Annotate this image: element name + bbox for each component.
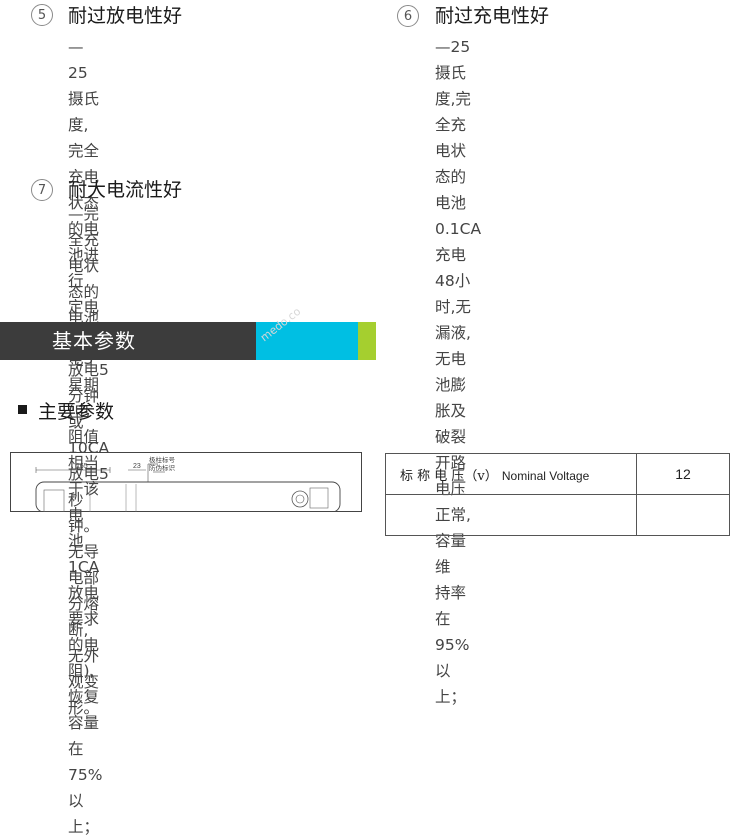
feature-number-badge: 7	[31, 179, 53, 201]
spec-label: 标 称 电 压（v） Nominal Voltage	[385, 453, 637, 495]
feature-description-line: 0.1CA充电48小时,无漏液,无电	[435, 220, 482, 368]
table-row	[385, 494, 730, 536]
feature-title: 耐过充电性好	[435, 5, 550, 27]
feature-description-line: 75%以上；	[68, 766, 103, 836]
section-header-bar: 基本参数	[0, 322, 376, 360]
battery-drawing-svg: 165 23 极柱标号 防伪标识	[10, 452, 362, 513]
spec-table: 标 称 电 压（v） Nominal Voltage 12	[385, 453, 730, 536]
drawing-callout: 防伪标识	[149, 463, 176, 472]
feature-description-line: 持率在95%以上；	[435, 584, 470, 706]
feature-title: 耐大电流性好	[68, 179, 183, 201]
spec-value	[636, 494, 730, 536]
section-bar-green-segment	[358, 322, 376, 360]
drawing-callout: 极柱标号	[149, 455, 176, 464]
spec-label	[385, 494, 637, 536]
feature-description-line: 或10CA放电5秒钟。无导电部分熔断,	[68, 413, 110, 639]
dimension-label: 165	[76, 463, 88, 470]
feature-number-badge: 5	[31, 4, 53, 26]
table-row: 标 称 电 压（v） Nominal Voltage 12	[385, 453, 730, 495]
subsection-title: 主要参数	[38, 401, 115, 423]
feature-description-line: —完全充电状态的电池2CA放电5分钟	[68, 205, 109, 405]
bullet-square-icon	[18, 405, 27, 414]
spec-label-cn: 标 称 电 压（v）	[400, 468, 498, 484]
feature-description-line: 无外观变形。	[68, 647, 100, 717]
section-title: 基本参数	[52, 329, 136, 353]
dimension-label: 23	[133, 463, 141, 470]
feature-number-badge: 6	[397, 5, 419, 27]
feature-description: —25摄氏度,完全充电状态的电池 0.1CA充电48小时,无漏液,无电 池膨胀及…	[435, 34, 481, 710]
feature-description-line: —25摄氏度,完全充电状态的电池	[435, 38, 471, 212]
spec-label-en: Nominal Voltage	[501, 468, 590, 483]
battery-dimension-drawing: 165 23 极柱标号 防伪标识	[10, 452, 362, 513]
spec-value: 12	[636, 453, 730, 495]
feature-title: 耐过放电性好	[68, 5, 183, 27]
